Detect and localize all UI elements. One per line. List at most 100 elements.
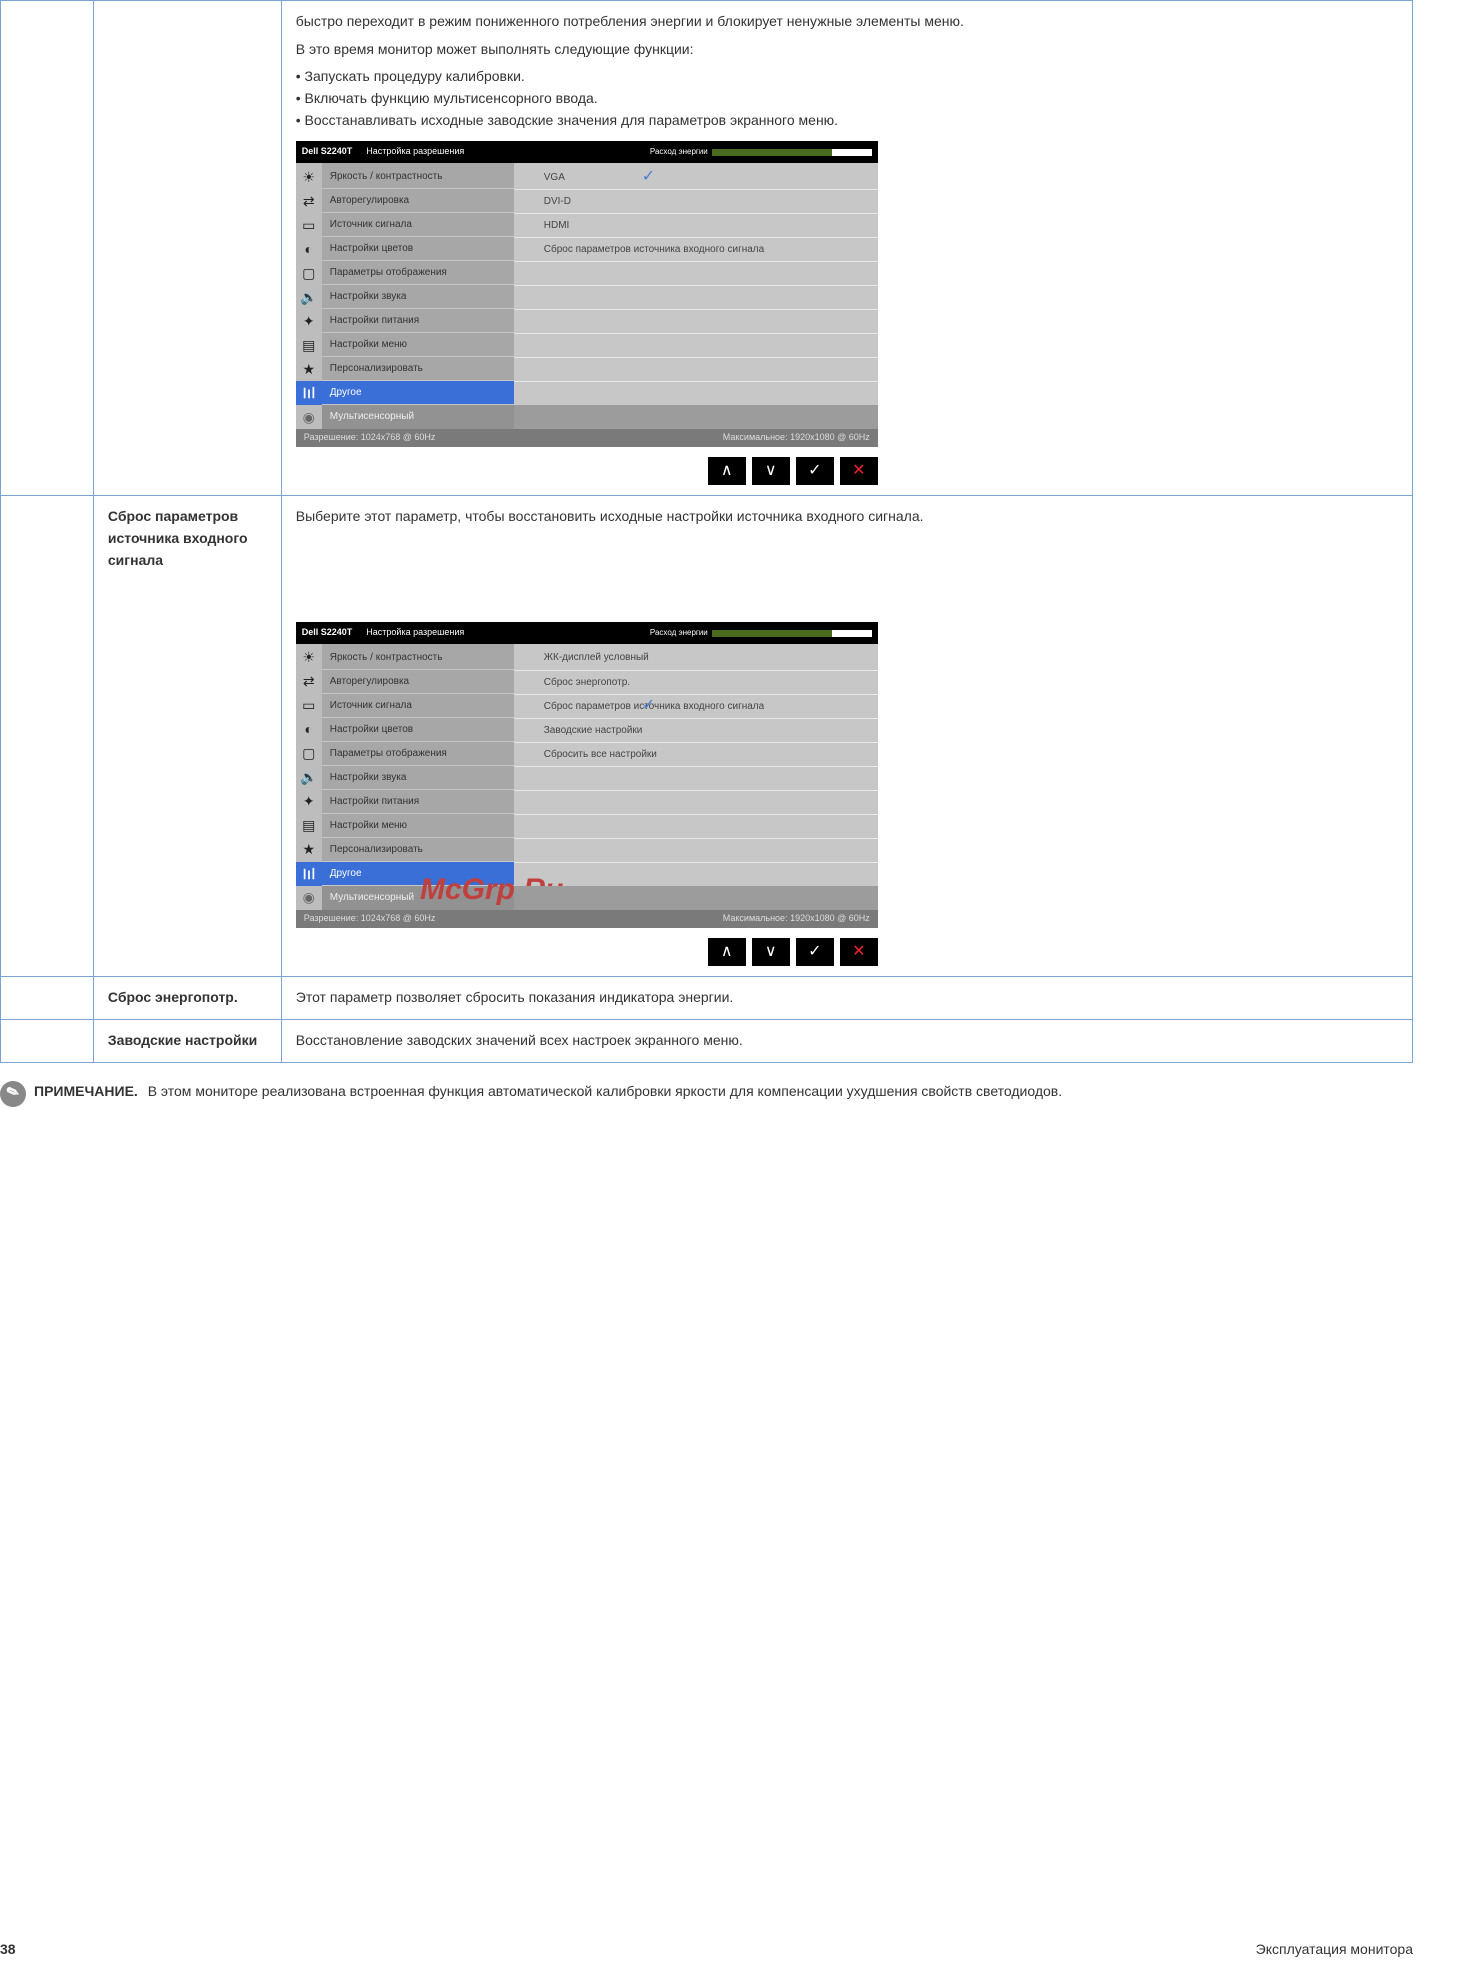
note-text: ПРИМЕЧАНИЕ. В этом мониторе реализована … — [34, 1081, 1062, 1102]
osd-cat-item[interactable]: Другое — [322, 862, 514, 886]
osd-cat-item[interactable]: Настройки цветов — [322, 718, 514, 742]
energy-bar-fill — [712, 149, 832, 156]
osd-value-col: ✓VGA DVI-D HDMI Сброс параметров источни… — [514, 163, 878, 429]
osd-icon-col: ☀ ⇄ ▭ ◐ ▢ 🔊 ✦ ▤ ★ ◉ — [296, 644, 322, 910]
auto-adjust-icon[interactable]: ⇄ — [296, 670, 322, 694]
osd-value-item — [514, 333, 878, 357]
cell-label — [93, 1, 281, 496]
brightness-icon[interactable]: ☀ — [296, 165, 322, 189]
energy-bar-fill — [712, 630, 832, 637]
osd-value-item — [514, 838, 878, 862]
display-icon[interactable]: ▢ — [296, 261, 322, 285]
personalize-icon[interactable]: ★ — [296, 838, 322, 862]
osd-value-item[interactable]: HDMI — [514, 213, 878, 237]
osd-value-item[interactable]: Сбросить все настройки — [514, 742, 878, 766]
display-icon[interactable]: ▢ — [296, 742, 322, 766]
color-icon[interactable]: ◐ — [296, 718, 322, 742]
osd-value-item — [514, 862, 878, 886]
touch-icon[interactable]: ◉ — [296, 886, 322, 910]
osd-brand: Dell S2240T — [302, 145, 353, 159]
energy-icon[interactable]: ✦ — [296, 309, 322, 333]
osd-value-item — [514, 309, 878, 333]
osd-cat-item[interactable]: Персонализировать — [322, 357, 514, 381]
osd-cat-item[interactable]: Настройки звука — [322, 285, 514, 309]
auto-adjust-icon[interactable]: ⇄ — [296, 189, 322, 213]
desc-bullet: • Включать функцию мультисенсорного ввод… — [296, 88, 1398, 110]
osd-cat-item[interactable]: Другое — [322, 381, 514, 405]
max-resolution: Максимальное: 1920x1080 @ 60Hz — [723, 912, 870, 926]
osd-body: ☀ ⇄ ▭ ◐ ▢ 🔊 ✦ ▤ ★ ◉ — [296, 163, 878, 429]
osd-cat-item[interactable]: Настройки звука — [322, 766, 514, 790]
energy-bar: Расход энергии — [650, 627, 872, 639]
other-icon[interactable] — [296, 381, 322, 405]
osd-cat-item[interactable]: Параметры отображения — [322, 742, 514, 766]
color-icon[interactable]: ◐ — [296, 237, 322, 261]
nav-down-button[interactable]: ∨ — [752, 938, 790, 966]
osd-cat-item[interactable]: Авторегулировка — [322, 670, 514, 694]
osd-value-item — [514, 766, 878, 790]
osd-titlebar: Dell S2240T Настройка разрешения Расход … — [296, 622, 878, 644]
nav-up-button[interactable]: ∧ — [708, 938, 746, 966]
osd-value-item — [514, 261, 878, 285]
nav-close-button[interactable]: ✕ — [840, 938, 878, 966]
input-source-icon[interactable]: ▭ — [296, 213, 322, 237]
osd-title: Настройка разрешения — [366, 626, 464, 640]
nav-ok-button[interactable]: ✓ — [796, 938, 834, 966]
cell-label: Сброс параметров источника входного сигн… — [93, 496, 281, 977]
osd-value-item — [514, 790, 878, 814]
input-source-icon[interactable]: ▭ — [296, 694, 322, 718]
osd-value-item[interactable]: ✓Сброс параметров источника входного сиг… — [514, 694, 878, 718]
osd-value-item — [514, 357, 878, 381]
osd-cat-item[interactable]: Параметры отображения — [322, 261, 514, 285]
cell-label: Сброс энергопотр. — [93, 977, 281, 1020]
energy-icon[interactable]: ✦ — [296, 790, 322, 814]
osd-value-item — [514, 814, 878, 838]
other-icon[interactable] — [296, 862, 322, 886]
menu-settings-icon[interactable]: ▤ — [296, 814, 322, 838]
osd-cat-item[interactable]: Авторегулировка — [322, 189, 514, 213]
osd-cat-item[interactable]: Мультисенсорный — [322, 405, 514, 429]
osd-cat-item[interactable]: Настройки меню — [322, 814, 514, 838]
feature-table: быстро переходит в режим пониженного пот… — [0, 0, 1413, 1063]
desc-paragraph: Выберите этот параметр, чтобы восстанови… — [296, 506, 1398, 528]
table-row: Заводские настройки Восстановление завод… — [1, 1019, 1413, 1062]
osd-value-item[interactable]: ЖК-дисплей условный — [514, 646, 878, 670]
osd-value-item[interactable]: ✓VGA — [514, 165, 878, 189]
osd-value-item — [514, 285, 878, 309]
audio-icon[interactable]: 🔊 — [296, 766, 322, 790]
osd-cat-item[interactable]: Настройки цветов — [322, 237, 514, 261]
osd-cat-item[interactable]: Настройки питания — [322, 309, 514, 333]
osd-value-item[interactable]: Сброс энергопотр. — [514, 670, 878, 694]
cell-icon — [1, 1019, 94, 1062]
osd-cat-item[interactable]: Яркость / контрастность — [322, 646, 514, 670]
desc-paragraph: быстро переходит в режим пониженного пот… — [296, 11, 1398, 33]
osd-resolution-bar: Разрешение: 1024x768 @ 60Hz Максимальное… — [296, 429, 878, 447]
osd-cat-item[interactable]: Персонализировать — [322, 838, 514, 862]
osd-icon-col: ☀ ⇄ ▭ ◐ ▢ 🔊 ✦ ▤ ★ ◉ — [296, 163, 322, 429]
nav-close-button[interactable]: ✕ — [840, 457, 878, 485]
osd-value-item[interactable]: DVI-D — [514, 189, 878, 213]
nav-up-button[interactable]: ∧ — [708, 457, 746, 485]
audio-icon[interactable]: 🔊 — [296, 285, 322, 309]
osd-cat-item[interactable]: Настройки меню — [322, 333, 514, 357]
osd-panel: Dell S2240T Настройка разрешения Расход … — [296, 622, 878, 928]
menu-settings-icon[interactable]: ▤ — [296, 333, 322, 357]
osd-cat-item[interactable]: Мультисенсорный — [322, 886, 514, 910]
osd-cat-item[interactable]: Источник сигнала — [322, 213, 514, 237]
nav-down-button[interactable]: ∨ — [752, 457, 790, 485]
osd-cat-item[interactable]: Настройки питания — [322, 790, 514, 814]
osd-cat-item[interactable]: Яркость / контрастность — [322, 165, 514, 189]
touch-icon[interactable]: ◉ — [296, 405, 322, 429]
note-label: ПРИМЕЧАНИЕ. — [34, 1083, 138, 1099]
page-section: Эксплуатация монитора — [1256, 1941, 1413, 1957]
osd-value-item[interactable]: Сброс параметров источника входного сигн… — [514, 237, 878, 261]
page-number: 38 — [0, 1941, 16, 1957]
nav-ok-button[interactable]: ✓ — [796, 457, 834, 485]
osd-value-item[interactable]: Заводские настройки — [514, 718, 878, 742]
desc-bullet: • Восстанавливать исходные заводские зна… — [296, 110, 1398, 132]
cell-icon — [1, 1, 94, 496]
brightness-icon[interactable]: ☀ — [296, 646, 322, 670]
current-resolution: Разрешение: 1024x768 @ 60Hz — [304, 912, 436, 926]
personalize-icon[interactable]: ★ — [296, 357, 322, 381]
osd-cat-item[interactable]: Источник сигнала — [322, 694, 514, 718]
